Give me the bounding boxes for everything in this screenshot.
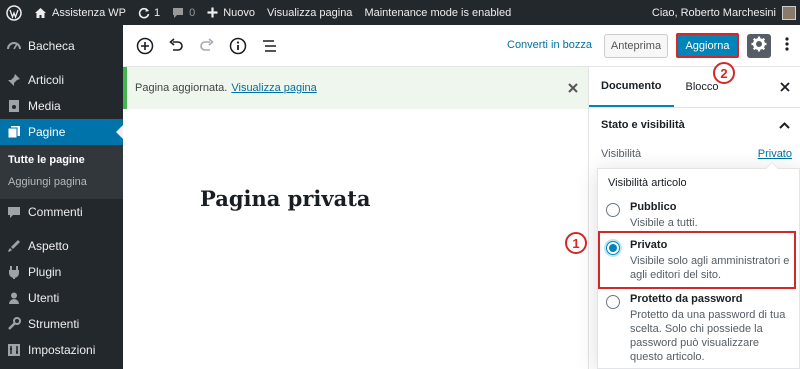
sidebar-label: Commenti — [28, 205, 83, 219]
more-menu-button[interactable] — [779, 34, 795, 58]
settings-toggle-button[interactable] — [747, 34, 771, 58]
account-menu[interactable]: Ciao, Roberto Marchesini — [651, 5, 800, 20]
users-icon — [6, 290, 22, 306]
new-label: Nuovo — [223, 6, 256, 19]
step-badge-1: 1 — [565, 232, 587, 254]
updates-link[interactable]: 1 — [132, 0, 166, 25]
sidebar-label: Impostazioni — [28, 343, 96, 357]
updates-count: 1 — [153, 6, 161, 19]
tools-icon — [6, 316, 22, 332]
gear-icon — [751, 36, 767, 57]
sidebar-label: Aspetto — [28, 239, 69, 253]
sidebar-label: Media — [28, 99, 61, 113]
switch-to-draft-link[interactable]: Converti in bozza — [507, 39, 592, 51]
sidebar-item-impostazioni[interactable]: Impostazioni — [0, 337, 123, 363]
visibility-option-public[interactable]: Pubblico Visibile a tutti. — [598, 201, 800, 231]
view-page-link[interactable]: Visualizza pagina — [261, 0, 358, 25]
private-option-highlight — [598, 231, 796, 289]
step-badge-2: 2 — [713, 62, 735, 84]
update-button[interactable]: Aggiorna — [676, 33, 739, 58]
option-description: Protetto da una password di tua scelta. … — [630, 309, 786, 363]
updates-icon — [138, 7, 150, 19]
editor-toolbar: Converti in bozza Anteprima Aggiorna — [123, 25, 800, 67]
sidebar-label: Plugin — [28, 265, 62, 279]
pages-icon — [6, 124, 22, 140]
comment-icon — [172, 7, 184, 19]
visibility-toggle-link[interactable]: Privato — [758, 148, 792, 160]
sidebar-item-strumenti[interactable]: Strumenti — [0, 311, 123, 337]
option-label: Protetto da password — [630, 293, 743, 305]
wp-editor-screen: Assistenza WP 1 0 Nuovo Visualizza pagin… — [0, 0, 800, 369]
sidebar-label: Articoli — [28, 73, 65, 87]
radio-public[interactable] — [606, 203, 620, 217]
admin-bar: Assistenza WP 1 0 Nuovo Visualizza pagin… — [0, 0, 800, 25]
view-page-label: Visualizza pagina — [267, 6, 353, 19]
maintenance-label: Maintenance mode is enabled — [364, 6, 512, 19]
panel-tabs: Documento Blocco — [589, 67, 800, 108]
sidebar-label: Pagine — [28, 125, 66, 139]
undo-icon[interactable] — [162, 32, 190, 60]
site-name: Assistenza WP — [52, 6, 126, 19]
pages-submenu: Tutte le pagine Aggiungi pagina — [0, 145, 123, 199]
notice-view-page-link[interactable]: Visualizza pagina — [231, 82, 316, 94]
update-notice: Pagina aggiornata. Visualizza pagina — [123, 67, 588, 109]
chevron-up-icon — [779, 120, 790, 132]
sidebar-item-plugin[interactable]: Plugin — [0, 259, 123, 285]
notice-text: Pagina aggiornata. — [135, 82, 228, 94]
avatar — [782, 5, 796, 20]
info-icon[interactable] — [224, 32, 252, 60]
dashboard-icon — [6, 38, 22, 54]
sidebar-label: Bacheca — [28, 39, 75, 53]
maintenance-notice[interactable]: Maintenance mode is enabled — [358, 0, 517, 25]
plus-icon — [207, 7, 218, 18]
section-title: Stato e visibilità — [601, 119, 685, 131]
sidebar-item-articoli[interactable]: Articoli — [0, 67, 123, 93]
submenu-all-pages[interactable]: Tutte le pagine — [0, 149, 123, 171]
close-icon[interactable] — [778, 80, 792, 94]
option-description: Visibile a tutti. — [630, 217, 698, 229]
sidebar-item-utenti[interactable]: Utenti — [0, 285, 123, 311]
status-visibility-header[interactable]: Stato e visibilità — [589, 108, 800, 142]
wp-logo-icon[interactable] — [0, 0, 28, 25]
sidebar-label: Utenti — [28, 291, 60, 305]
close-icon[interactable] — [566, 81, 580, 95]
greeting: Ciao, Roberto Marchesini — [651, 6, 776, 19]
site-name-link[interactable]: Assistenza WP — [28, 0, 132, 25]
page-title[interactable]: Pagina privata — [200, 186, 371, 211]
add-block-icon[interactable] — [131, 32, 159, 60]
popover-title: Visibilità articolo — [608, 177, 687, 189]
preview-button[interactable]: Anteprima — [604, 34, 668, 58]
radio-password[interactable] — [606, 295, 620, 309]
plugin-icon — [6, 264, 22, 280]
appearance-icon — [6, 238, 22, 254]
sidebar-label: Strumenti — [28, 317, 80, 331]
admin-sidebar: Bacheca Articoli Media Pagine Tutte le p… — [0, 25, 123, 369]
more-vertical-icon — [785, 36, 789, 56]
comments-count: 0 — [189, 6, 196, 19]
option-label: Pubblico — [630, 201, 677, 213]
media-icon — [6, 98, 22, 114]
sidebar-item-pagine[interactable]: Pagine — [0, 119, 123, 145]
sidebar-item-bacheca[interactable]: Bacheca — [0, 33, 123, 59]
pin-icon — [6, 72, 22, 88]
settings-icon — [6, 342, 22, 358]
sidebar-item-media[interactable]: Media — [0, 93, 123, 119]
visibility-label: Visibilità — [601, 148, 642, 160]
outline-icon[interactable] — [255, 32, 283, 60]
tab-document[interactable]: Documento — [589, 66, 674, 107]
new-content-link[interactable]: Nuovo — [201, 0, 261, 25]
redo-icon[interactable] — [193, 32, 221, 60]
comments-icon — [6, 204, 22, 220]
sidebar-item-aspetto[interactable]: Aspetto — [0, 233, 123, 259]
visibility-option-password[interactable]: Protetto da password Protetto da una pas… — [598, 293, 800, 363]
comments-link[interactable]: 0 — [166, 0, 201, 25]
sidebar-item-commenti[interactable]: Commenti — [0, 199, 123, 225]
home-icon — [34, 7, 47, 19]
submenu-add-page[interactable]: Aggiungi pagina — [0, 171, 123, 193]
